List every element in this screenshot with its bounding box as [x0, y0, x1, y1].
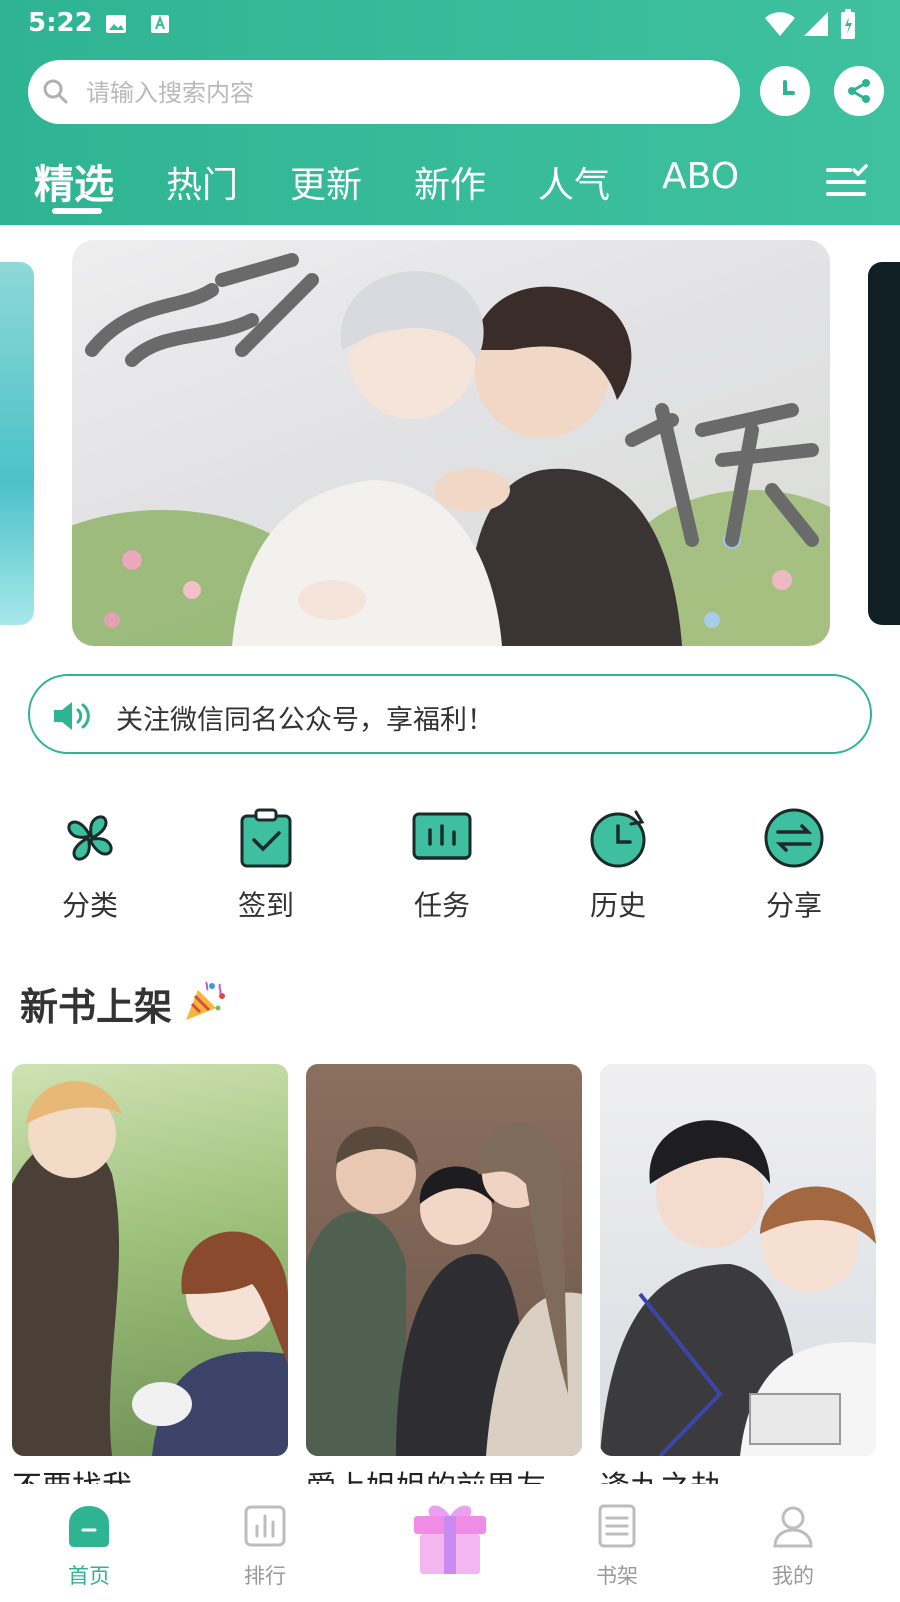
task-icon: [412, 812, 472, 860]
tab-new[interactable]: 新作: [414, 156, 486, 208]
quick-action-share[interactable]: 分享: [734, 806, 854, 922]
book-cover-art: [600, 1120, 876, 1456]
home-icon: [69, 1506, 109, 1547]
bookshelf-icon: [598, 1504, 636, 1548]
nav-label: 书架: [596, 1564, 638, 1588]
book-cover[interactable]: [12, 1064, 288, 1456]
share-button[interactable]: [834, 66, 884, 116]
banner-image[interactable]: [72, 240, 830, 646]
font-icon: [151, 15, 169, 33]
ranking-icon: [244, 1505, 286, 1547]
quick-action-label: 签到: [237, 889, 294, 922]
search-input[interactable]: [84, 60, 728, 126]
nav-profile[interactable]: 我的: [738, 1502, 848, 1602]
book-cover-art: [306, 1122, 582, 1456]
history-icon: [590, 810, 646, 868]
nav-label: 我的: [772, 1564, 814, 1588]
tab-menu-icon[interactable]: [824, 160, 868, 204]
book-cover-art: [12, 1081, 288, 1456]
nav-home[interactable]: 首页: [34, 1502, 144, 1602]
quick-action-checkin[interactable]: 签到: [206, 806, 326, 922]
nav-bookshelf[interactable]: 书架: [562, 1502, 672, 1602]
party-popper-icon: [186, 981, 225, 1020]
nav-ranking[interactable]: 排行: [210, 1502, 320, 1602]
quick-action-task[interactable]: 任务: [382, 806, 502, 922]
quick-action-label: 历史: [589, 889, 646, 922]
notice-text: 关注微信同名公众号，享福利！: [116, 705, 494, 736]
battery-icon: [841, 9, 855, 39]
quick-action-category[interactable]: 分类: [30, 806, 150, 922]
history-button[interactable]: [760, 66, 810, 116]
checkin-icon: [240, 808, 292, 868]
wifi-icon: [765, 12, 795, 37]
top-header: 5:22 精选 热门 更新 新作 人气 ABO: [0, 0, 900, 225]
section-title: 新书上架: [20, 985, 173, 1029]
quick-action-label: 分享: [765, 889, 822, 922]
tab-hot[interactable]: 热门: [166, 156, 238, 208]
signal-icon: [804, 12, 828, 36]
speaker-icon: [54, 702, 90, 730]
banner-next-peek[interactable]: [868, 262, 900, 625]
tab-popular[interactable]: 人气: [538, 156, 610, 208]
share-icon: [848, 79, 870, 103]
tab-abo[interactable]: ABO: [662, 156, 739, 197]
tab-updated[interactable]: 更新: [290, 156, 362, 208]
book-cover[interactable]: [306, 1064, 582, 1456]
gift-icon[interactable]: [410, 1498, 490, 1576]
banner-prev-peek[interactable]: [0, 262, 34, 625]
book-cover[interactable]: [600, 1064, 876, 1456]
profile-icon: [773, 1506, 813, 1548]
clock-icon: [783, 80, 795, 95]
category-tabs: 精选 热门 更新 新作 人气 ABO: [0, 150, 900, 220]
share-circle-icon: [764, 808, 824, 868]
banner-artwork: [72, 253, 830, 646]
nav-label: 首页: [68, 1564, 110, 1588]
nav-label: 排行: [244, 1564, 286, 1588]
search-bar[interactable]: [28, 60, 740, 126]
notice-bar[interactable]: 关注微信同名公众号，享福利！: [28, 674, 872, 754]
quick-action-label: 分类: [61, 889, 118, 922]
quick-action-label: 任务: [413, 889, 470, 922]
status-bar: 5:22: [0, 0, 900, 48]
gallery-icon: [106, 15, 126, 33]
clover-icon: [67, 815, 113, 861]
search-icon: [43, 79, 68, 104]
quick-action-history[interactable]: 历史: [558, 806, 678, 922]
tab-featured[interactable]: 精选: [34, 152, 114, 210]
status-time: 5:22: [28, 8, 93, 38]
active-tab-indicator: [52, 208, 102, 214]
